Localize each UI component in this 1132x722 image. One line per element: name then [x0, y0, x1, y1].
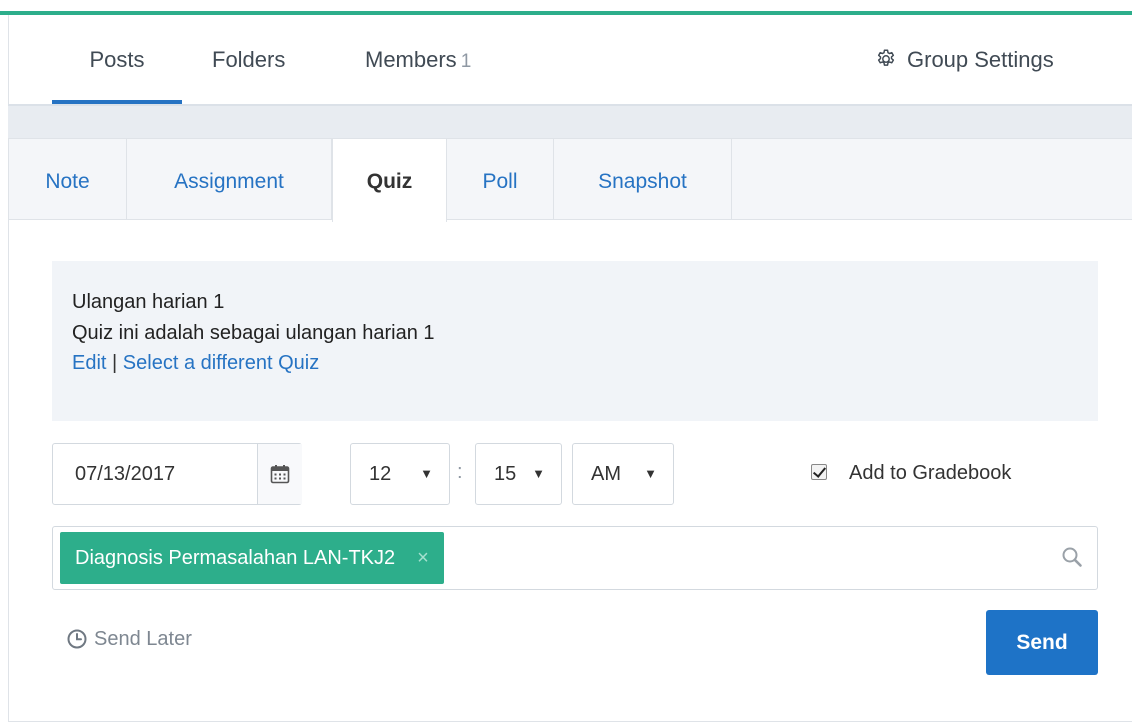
- edit-quiz-link[interactable]: Edit: [72, 352, 106, 374]
- group-settings-label: Group Settings: [907, 47, 1054, 72]
- tab-note[interactable]: Note: [9, 139, 127, 220]
- hour-select[interactable]: 12 ▼: [350, 443, 450, 505]
- recipient-chip: Diagnosis Permasalahan LAN-TKJ2 ×: [60, 532, 444, 584]
- tab-posts-label: Posts: [89, 47, 145, 72]
- clock-icon: [67, 629, 87, 649]
- send-button[interactable]: Send: [986, 610, 1098, 675]
- selected-quiz-panel: Ulangan harian 1 Quiz ini adalah sebagai…: [52, 261, 1098, 421]
- ampm-value: AM: [591, 463, 621, 485]
- gray-band: [8, 106, 1132, 139]
- send-later-label: Send Later: [94, 628, 192, 650]
- close-icon[interactable]: ×: [417, 547, 429, 569]
- tab-assignment[interactable]: Assignment: [127, 139, 332, 220]
- recipient-chip-label: Diagnosis Permasalahan LAN-TKJ2: [75, 547, 396, 569]
- tab-poll[interactable]: Poll: [447, 139, 554, 220]
- recipient-input[interactable]: Diagnosis Permasalahan LAN-TKJ2 ×: [52, 526, 1098, 590]
- time-separator: :: [457, 461, 463, 483]
- group-nav: Posts Folders Members 1 Group Settings: [8, 15, 1132, 105]
- chevron-down-icon: ▼: [644, 466, 657, 481]
- post-type-tabs: Note Assignment Quiz Poll Snapshot: [9, 138, 1132, 222]
- calendar-button[interactable]: [257, 444, 302, 504]
- add-to-gradebook-toggle[interactable]: Add to Gradebook: [811, 460, 1011, 486]
- search-icon: [1062, 547, 1082, 567]
- tab-posts[interactable]: Posts: [52, 15, 182, 104]
- due-date-field[interactable]: 07/13/2017: [52, 443, 302, 505]
- tab-folders-label: Folders: [212, 47, 286, 72]
- members-count: 1: [460, 51, 472, 72]
- calendar-icon: [270, 465, 290, 484]
- select-different-quiz-link[interactable]: Select a different Quiz: [123, 352, 319, 374]
- send-later-link[interactable]: Send Later: [66, 626, 192, 652]
- minute-value: 15: [494, 463, 517, 485]
- minute-select[interactable]: 15 ▼: [475, 443, 562, 505]
- link-separator: |: [112, 352, 118, 374]
- tab-snapshot[interactable]: Snapshot: [554, 139, 732, 220]
- group-settings-link[interactable]: Group Settings: [875, 15, 1054, 103]
- due-date-value: 07/13/2017: [75, 463, 176, 485]
- chevron-down-icon: ▼: [420, 466, 433, 481]
- quiz-description: Quiz ini adalah sebagai ulangan harian 1: [72, 322, 435, 344]
- ampm-select[interactable]: AM ▼: [572, 443, 674, 505]
- tab-quiz[interactable]: Quiz: [332, 139, 447, 222]
- chevron-down-icon: ▼: [532, 466, 545, 481]
- gradebook-checkbox[interactable]: [811, 464, 827, 480]
- quiz-title: Ulangan harian 1: [72, 291, 225, 313]
- quiz-links: Edit | Select a different Quiz: [72, 348, 1078, 378]
- tab-members-label: Members: [365, 47, 457, 72]
- hour-value: 12: [369, 463, 392, 485]
- gradebook-label: Add to Gradebook: [849, 462, 1012, 484]
- post-composer: Note Assignment Quiz Poll Snapshot Ulang…: [8, 138, 1132, 722]
- tab-folders[interactable]: Folders: [212, 15, 285, 103]
- tab-members[interactable]: Members 1: [365, 15, 471, 103]
- gear-icon: [877, 49, 895, 66]
